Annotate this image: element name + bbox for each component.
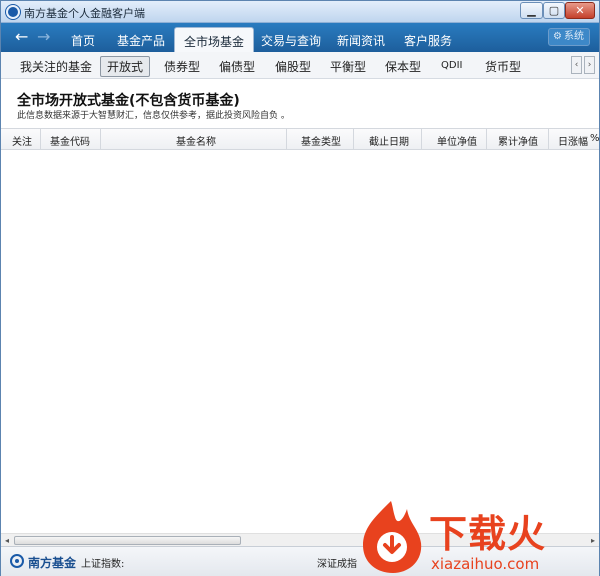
column-header-end-date[interactable]: 截止日期: [369, 133, 409, 148]
column-header-daily-change[interactable]: 日涨幅: [558, 133, 588, 148]
column-header-unit-nav[interactable]: 单位净值: [437, 133, 477, 148]
brand-name: 南方基金: [28, 556, 77, 570]
minimize-button[interactable]: ▁: [520, 2, 543, 19]
subtab-bond[interactable]: 债券型: [164, 58, 200, 75]
nav-tab-home[interactable]: 首页: [71, 32, 95, 49]
nav-tab-trade-query[interactable]: 交易与查询: [261, 32, 321, 49]
subtab-open-end[interactable]: 开放式: [100, 56, 151, 77]
back-arrow-icon[interactable]: ←: [15, 29, 28, 45]
gear-icon: ⚙: [553, 31, 562, 42]
system-label: 系统: [563, 31, 584, 42]
column-divider: [421, 129, 422, 149]
column-divider: [353, 129, 354, 149]
fund-table-body[interactable]: [1, 150, 599, 533]
nav-tab-all-market-funds[interactable]: 全市场基金: [174, 27, 255, 52]
watermark-text: 下载火: [429, 512, 547, 556]
column-overflow-icon: %: [590, 133, 600, 144]
subtab-qdii[interactable]: QDII: [441, 60, 462, 71]
column-header-fund-type[interactable]: 基金类型: [301, 133, 341, 148]
subtab-equity-biased[interactable]: 偏股型: [275, 58, 311, 75]
forward-arrow-icon[interactable]: →: [37, 29, 50, 45]
column-header-fund-code[interactable]: 基金代码: [50, 133, 90, 148]
sz-index-label: 深证成指: [317, 559, 357, 570]
nav-tab-news[interactable]: 新闻资讯: [337, 32, 385, 49]
watermark: 下载火 xiazaihuo.com: [357, 499, 593, 575]
column-header-cumulative-nav[interactable]: 累计净值: [498, 133, 538, 148]
data-source-note: 此信息数据来源于大智慧财汇，信息仅供参考，据此投资风险自负 。: [17, 111, 290, 121]
window-title: 南方基金个人金融客户端: [24, 7, 145, 20]
scroll-left-icon[interactable]: ‹: [571, 56, 582, 74]
sh-index-label: 上证指数:: [81, 559, 125, 570]
subtab-balanced[interactable]: 平衡型: [330, 58, 366, 75]
flame-logo-icon: [363, 501, 422, 573]
scroll-left-arrow-icon[interactable]: ◂: [1, 535, 13, 546]
column-header-fund-name[interactable]: 基金名称: [176, 133, 216, 148]
watermark-url: xiazaihuo.com: [431, 555, 540, 573]
app-logo-icon: [6, 5, 20, 19]
fund-category-tabs: 我关注的基金 开放式 债券型 偏债型 偏股型 平衡型 保本型 QDII 货币型 …: [1, 52, 599, 79]
table-header: 关注 基金代码 基金名称 基金类型 截止日期 单位净值 累计净值 日涨幅 %: [1, 128, 600, 150]
column-divider: [486, 129, 487, 149]
column-divider: [100, 129, 101, 149]
brand-logo-icon: [10, 554, 24, 568]
system-button[interactable]: ⚙ 系统: [548, 28, 590, 46]
title-bar: 南方基金个人金融客户端 ▁ ▢ ✕: [1, 1, 599, 23]
nav-tab-customer-service[interactable]: 客户服务: [404, 32, 452, 49]
subtab-capital-guaranteed[interactable]: 保本型: [385, 58, 421, 75]
scroll-right-icon[interactable]: ›: [584, 56, 595, 74]
app-window: 南方基金个人金融客户端 ▁ ▢ ✕ ← → 首页 基金产品 全市场基金 交易与查…: [0, 0, 600, 576]
subtab-bond-biased[interactable]: 偏债型: [219, 58, 255, 75]
column-divider: [548, 129, 549, 149]
main-nav: ← → 首页 基金产品 全市场基金 交易与查询 新闻资讯 客户服务 ⚙ 系统: [1, 23, 599, 52]
column-divider: [286, 129, 287, 149]
scrollbar-thumb[interactable]: [14, 536, 241, 545]
nav-tab-fund-products[interactable]: 基金产品: [117, 32, 165, 49]
column-divider: [40, 129, 41, 149]
page-title: 全市场开放式基金(不包含货币基金): [17, 93, 240, 109]
column-header-watch[interactable]: 关注: [12, 133, 32, 148]
subtab-watchlist[interactable]: 我关注的基金: [20, 58, 92, 75]
subtab-money-market[interactable]: 货币型: [485, 58, 521, 75]
maximize-button[interactable]: ▢: [543, 2, 565, 19]
close-button[interactable]: ✕: [565, 2, 595, 19]
